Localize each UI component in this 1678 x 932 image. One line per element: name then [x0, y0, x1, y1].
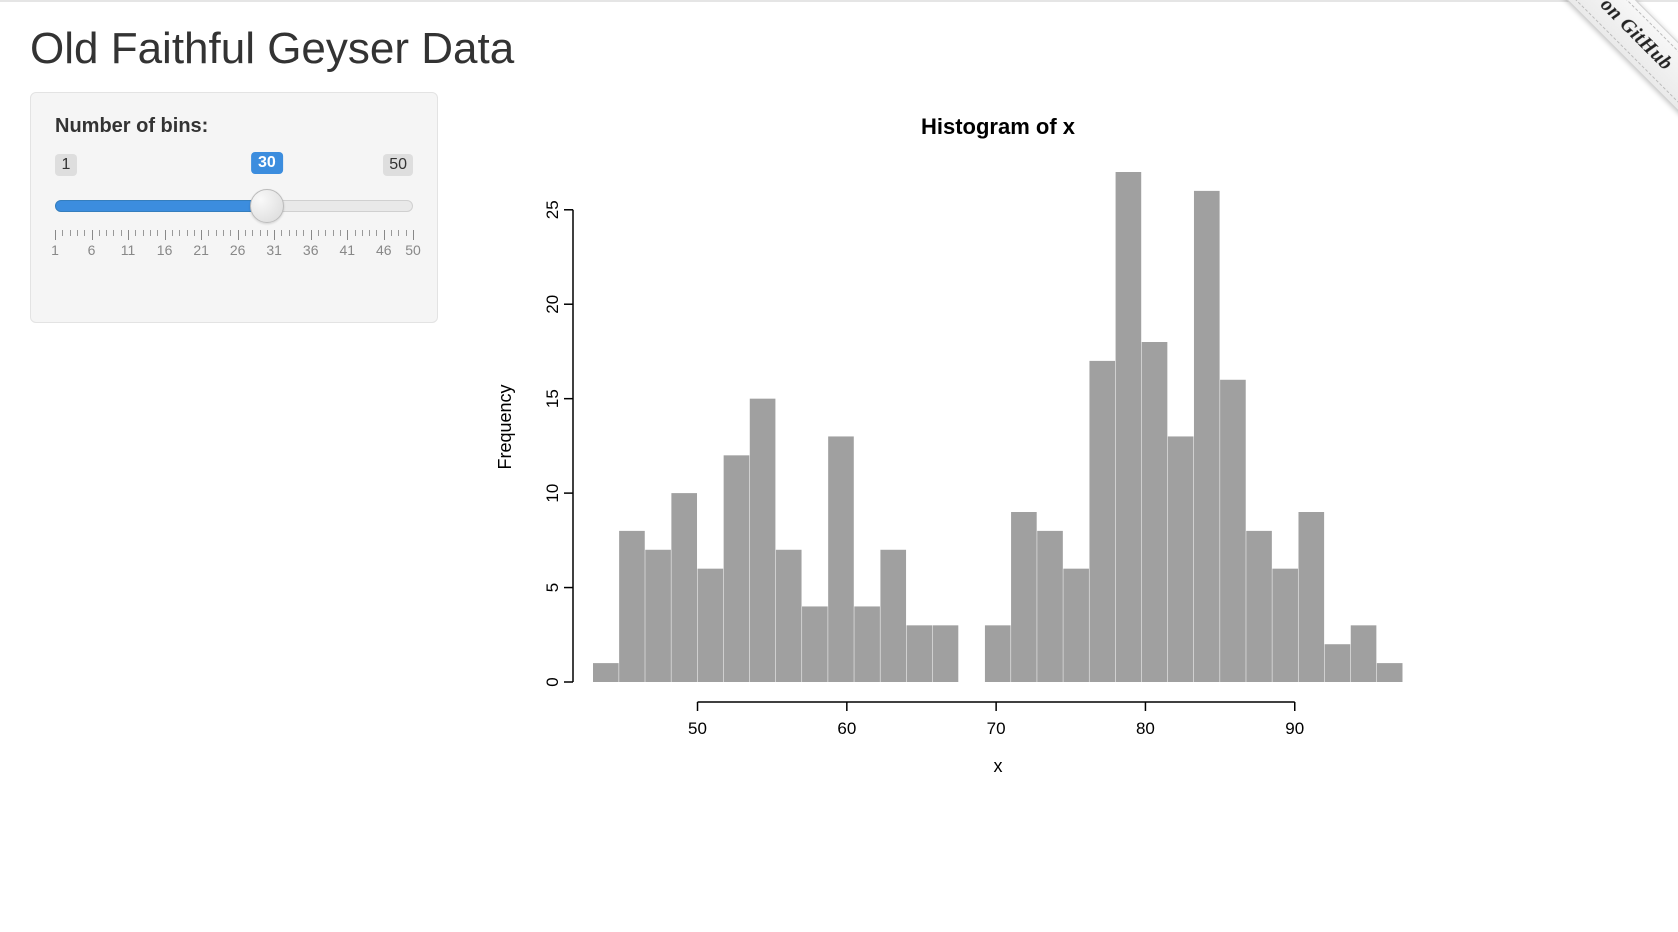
app-container: Old Faithful Geyser Data Number of bins:… — [0, 2, 1678, 822]
histogram-bar — [1298, 512, 1324, 682]
histogram-bar — [1168, 436, 1194, 682]
slider-tick-label: 16 — [157, 242, 173, 258]
slider-tick-label: 46 — [376, 242, 392, 258]
x-tick-label: 90 — [1285, 719, 1304, 738]
histogram-bar — [1377, 663, 1403, 682]
histogram-bar — [724, 455, 750, 682]
slider-tick-label: 1 — [51, 242, 59, 258]
histogram-bar — [1063, 569, 1089, 682]
histogram-bar — [933, 625, 959, 682]
histogram-bar — [1351, 625, 1377, 682]
histogram-bar — [828, 436, 854, 682]
histogram-bar — [1325, 644, 1351, 682]
histogram-bar — [593, 663, 619, 682]
layout-row: Number of bins: 1 30 50 1611162126313641… — [30, 92, 1648, 792]
histogram-bar — [1246, 531, 1272, 682]
histogram-bar — [1272, 569, 1298, 682]
slider-tick-label: 11 — [121, 242, 136, 258]
bins-slider[interactable]: 1 30 50 16111621263136414650 — [55, 152, 413, 264]
y-axis-label: Frequency — [495, 384, 515, 469]
histogram-bar — [1116, 172, 1142, 682]
x-tick-label: 50 — [688, 719, 707, 738]
chart-bars — [593, 172, 1403, 682]
histogram-bar — [1220, 380, 1246, 682]
sidebar-panel: Number of bins: 1 30 50 1611162126313641… — [30, 92, 438, 323]
histogram-bar — [1194, 191, 1220, 682]
slider-max-badge: 50 — [383, 154, 413, 176]
y-tick-label: 15 — [543, 389, 562, 408]
slider-track-fill — [55, 200, 267, 212]
histogram-bar — [1011, 512, 1037, 682]
histogram-bar — [854, 606, 880, 682]
slider-header: 1 30 50 — [55, 152, 413, 178]
y-tick-label: 20 — [543, 295, 562, 314]
y-tick-label: 25 — [543, 200, 562, 219]
page-title: Old Faithful Geyser Data — [30, 24, 1648, 74]
histogram-bar — [880, 550, 906, 682]
histogram-bar — [1142, 342, 1168, 682]
slider-tick-label: 50 — [405, 242, 421, 258]
slider-tick-label: 36 — [303, 242, 319, 258]
histogram-bar — [619, 531, 645, 682]
slider-track[interactable] — [55, 188, 413, 222]
histogram-bar — [698, 569, 724, 682]
histogram-bar — [1037, 531, 1063, 682]
slider-ticks: 16111621263136414650 — [55, 230, 413, 264]
x-tick-label: 80 — [1136, 719, 1155, 738]
histogram-bar — [776, 550, 802, 682]
y-tick-label: 5 — [543, 583, 562, 592]
slider-value-badge: 30 — [251, 152, 283, 174]
histogram-plot: Histogram of x 50 60 70 80 90 0 5 10 15 20 25 x F… — [478, 92, 1428, 792]
histogram-bar — [985, 625, 1011, 682]
x-tick-label: 70 — [987, 719, 1006, 738]
y-axis: 0 5 10 15 20 25 — [543, 200, 573, 686]
main-panel: Histogram of x 50 60 70 80 90 0 5 10 15 20 25 x F… — [478, 92, 1648, 792]
slider-tick-label: 21 — [193, 242, 209, 258]
x-tick-label: 60 — [837, 719, 856, 738]
histogram-bar — [907, 625, 933, 682]
slider-tick-label: 6 — [88, 242, 96, 258]
chart-title: Histogram of x — [921, 114, 1076, 139]
histogram-bar — [671, 493, 697, 682]
slider-tick-label: 31 — [266, 242, 282, 258]
slider-tick-label: 26 — [230, 242, 246, 258]
histogram-bar — [645, 550, 671, 682]
slider-min-badge: 1 — [55, 154, 77, 176]
bins-slider-label: Number of bins: — [55, 115, 413, 138]
y-tick-label: 0 — [543, 677, 562, 686]
slider-handle[interactable] — [250, 189, 284, 223]
y-tick-label: 10 — [543, 484, 562, 503]
x-axis: 50 60 70 80 90 — [688, 702, 1304, 738]
histogram-bar — [1089, 361, 1115, 682]
x-axis-label: x — [994, 756, 1003, 776]
histogram-bar — [802, 606, 828, 682]
slider-tick-label: 41 — [339, 242, 355, 258]
histogram-bar — [750, 399, 776, 682]
